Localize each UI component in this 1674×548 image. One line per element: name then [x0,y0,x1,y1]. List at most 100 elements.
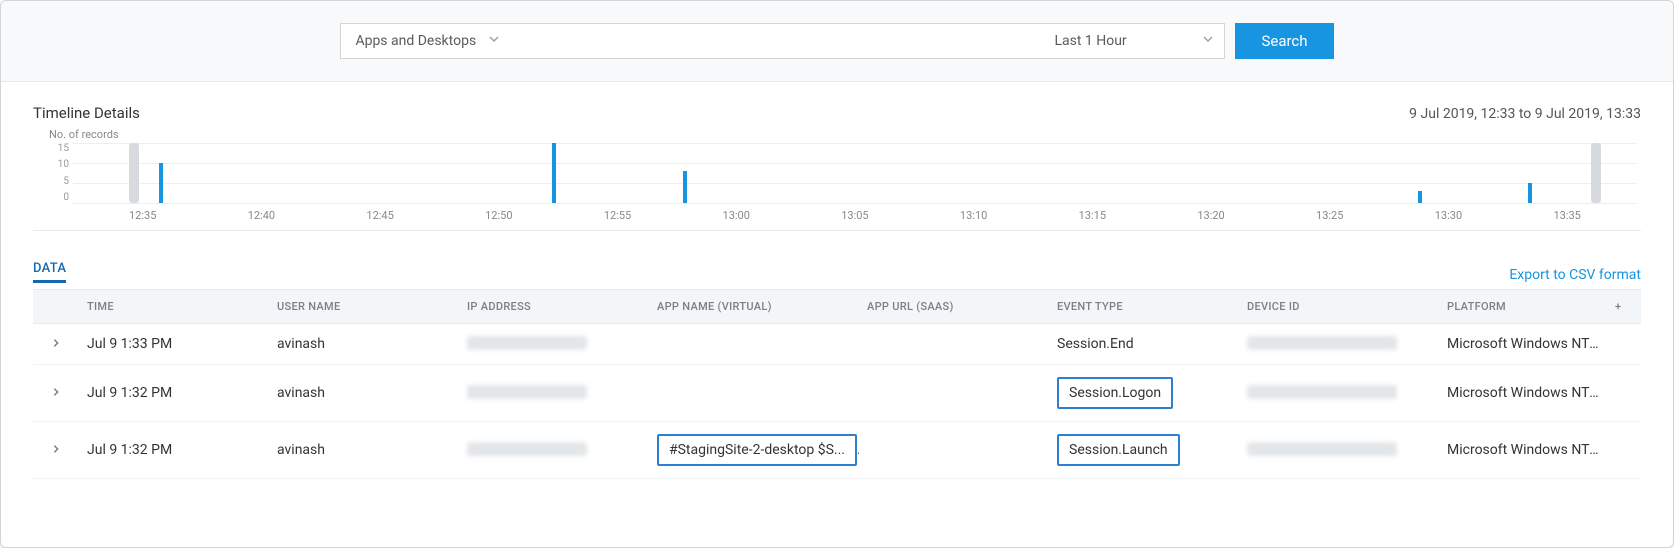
chart-plot[interactable]: 151050 [73,143,1637,203]
timeline-title: Timeline Details [33,104,140,122]
chevron-right-icon [51,385,61,401]
cell-event: Session.End [1049,324,1239,365]
xaxis-tick: 13:10 [960,209,987,222]
chevron-down-icon [488,33,500,49]
yaxis-ticks: 151050 [39,143,69,203]
header-expand [33,290,79,324]
cell-time: Jul 9 1:32 PM [79,422,269,479]
xaxis-tick: 13:00 [723,209,750,222]
search-button[interactable]: Search [1235,23,1333,59]
cell-user: avinash [269,324,459,365]
search-toolbar: Apps and Desktops Last 1 Hour Search [1,1,1673,82]
timeline-chart: No. of records 151050 12:3512:4012:4512:… [33,128,1641,231]
cell-app [649,324,859,365]
cell-url [859,365,1049,422]
yaxis-tick: 0 [39,192,69,203]
table-row: Jul 9 1:32 PMavinash redacted #StagingSite… [33,422,1641,479]
header-url[interactable]: APP URL (SAAS) [859,290,1049,324]
redacted-value: redacted [467,385,587,399]
expand-row-toggle[interactable] [33,422,79,479]
header-ip[interactable]: IP ADDRESS [459,290,649,324]
time-range-dropdown[interactable]: Last 1 Hour [1040,23,1225,59]
xaxis-tick: 12:55 [604,209,631,222]
chart-bar[interactable] [1418,191,1422,203]
header-event[interactable]: EVENT TYPE [1049,290,1239,324]
table-row: Jul 9 1:33 PMavinash redacted Session.End r… [33,324,1641,365]
xaxis-tick: 13:15 [1079,209,1106,222]
header-device[interactable]: DEVICE ID [1239,290,1439,324]
cell-time: Jul 9 1:33 PM [79,324,269,365]
cell-platform: Microsoft Windows NT 10.... [1439,365,1607,422]
cell-trailing [1607,422,1641,479]
cell-time: Jul 9 1:32 PM [79,365,269,422]
highlight-box: Session.Logon [1057,377,1173,409]
cell-user: avinash [269,422,459,479]
cell-trailing [1607,324,1641,365]
cell-trailing [1607,365,1641,422]
cell-event: Session.Launch [1049,422,1239,479]
redacted-value: redacted [1247,336,1397,350]
yaxis-title: No. of records [49,128,1641,141]
redacted-value: redacted [1247,442,1397,456]
data-section-header: DATA Export to CSV format [33,261,1641,283]
cell-event: Session.Logon [1049,365,1239,422]
content-area: Timeline Details 9 Jul 2019, 12:33 to 9 … [1,82,1673,479]
xaxis-tick: 12:45 [366,209,393,222]
cell-url [859,422,1049,479]
chart-bar[interactable] [552,143,556,203]
expand-row-toggle[interactable] [33,324,79,365]
scope-dropdown-label: Apps and Desktops [355,33,476,49]
redacted-value: redacted [467,442,587,456]
chevron-right-icon [51,442,61,458]
cell-ip: redacted [459,365,649,422]
scope-dropdown[interactable]: Apps and Desktops [340,23,510,59]
cell-app: #StagingSite-2-desktop $S... [649,422,859,479]
redacted-value: redacted [467,336,587,350]
chart-bar[interactable] [1528,183,1532,203]
cell-ip: redacted [459,422,649,479]
chevron-right-icon [51,336,61,352]
xaxis-tick: 12:35 [129,209,156,222]
timeline-range: 9 Jul 2019, 12:33 to 9 Jul 2019, 13:33 [1409,106,1641,122]
cell-platform: Microsoft Windows NT 10.... [1439,324,1607,365]
yaxis-tick: 5 [39,176,69,187]
header-app[interactable]: APP NAME (VIRTUAL) [649,290,859,324]
redacted-value: redacted [1247,385,1397,399]
timeline-header: Timeline Details 9 Jul 2019, 12:33 to 9 … [33,104,1641,122]
xaxis-tick: 13:25 [1316,209,1343,222]
chart-bar[interactable] [683,171,687,203]
highlight-box: Session.Launch [1057,434,1180,466]
xaxis-ticks: 12:35 12:40 12:45 12:50 12:55 13:00 13:05 13:10… [73,203,1637,222]
expand-row-toggle[interactable] [33,365,79,422]
header-platform[interactable]: PLATFORM [1439,290,1607,324]
xaxis-tick: 13:05 [841,209,868,222]
xaxis-tick: 13:30 [1435,209,1462,222]
xaxis-tick: 13:35 [1553,209,1580,222]
table-header-row: TIME USER NAME IP ADDRESS APP NAME (VIRT… [33,290,1641,324]
cell-platform: Microsoft Windows NT 10.... [1439,422,1607,479]
cell-url [859,324,1049,365]
table-row: Jul 9 1:32 PMavinash redacted Session.Logo… [33,365,1641,422]
export-csv-link[interactable]: Export to CSV format [1509,267,1641,283]
chevron-down-icon [1202,33,1214,49]
xaxis-tick: 13:20 [1197,209,1224,222]
scrub-handle-right[interactable] [1591,143,1601,203]
yaxis-tick: 10 [39,159,69,170]
xaxis-tick: 12:50 [485,209,512,222]
cell-app [649,365,859,422]
header-user[interactable]: USER NAME [269,290,459,324]
tab-data[interactable]: DATA [33,261,66,283]
data-table: TIME USER NAME IP ADDRESS APP NAME (VIRT… [33,289,1641,479]
search-row: Apps and Desktops Last 1 Hour Search [340,23,1333,59]
cell-user: avinash [269,365,459,422]
chart-bar[interactable] [159,163,163,203]
search-input[interactable] [510,23,1040,59]
time-range-label: Last 1 Hour [1054,33,1126,49]
app-frame: Apps and Desktops Last 1 Hour Search Tim… [0,0,1674,548]
header-time[interactable]: TIME [79,290,269,324]
add-column-button[interactable]: + [1607,290,1641,324]
chart-bars [73,143,1637,203]
cell-ip: redacted [459,324,649,365]
cell-device: redacted [1239,422,1439,479]
xaxis-tick: 12:40 [248,209,275,222]
